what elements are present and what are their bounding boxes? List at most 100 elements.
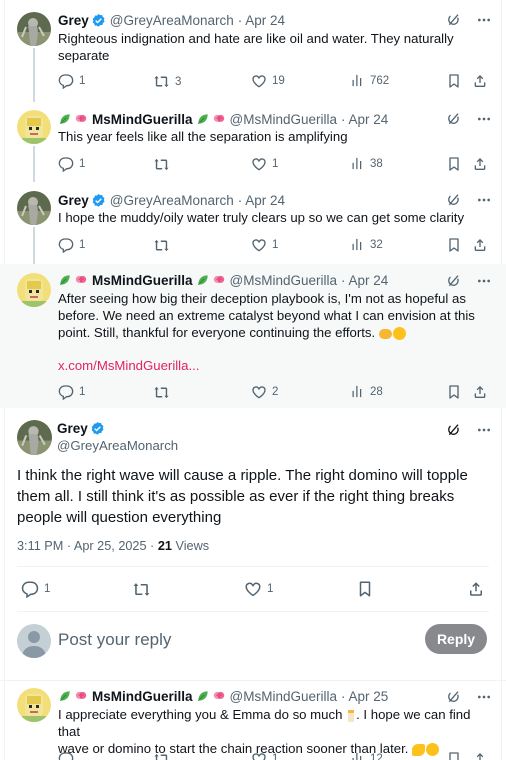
- repost-button[interactable]: [153, 237, 175, 254]
- views-button[interactable]: 38: [350, 156, 383, 171]
- brain-emoji-icon: [212, 689, 226, 703]
- tweet-date[interactable]: · Apr 24: [238, 13, 285, 28]
- tweet-link[interactable]: x.com/MsMindGuerilla...: [58, 358, 199, 373]
- bookmark-button[interactable]: [356, 580, 374, 598]
- tweet-date[interactable]: · Apr 24: [341, 273, 388, 288]
- bookmark-button[interactable]: [446, 237, 462, 253]
- user-handle[interactable]: @GreyAreaMonarch: [110, 13, 234, 28]
- more-icon[interactable]: [476, 111, 492, 127]
- reply-tweet-4[interactable]: MsMindGuerilla @MsMindGuerilla · Apr 24 …: [0, 264, 506, 408]
- repost-button[interactable]: 3: [153, 73, 181, 90]
- repost-button[interactable]: [153, 384, 175, 401]
- share-button[interactable]: [472, 156, 488, 172]
- leaf-emoji-icon: [196, 689, 210, 703]
- view-count: 28: [370, 385, 383, 398]
- reply-tweet-2[interactable]: MsMindGuerilla @MsMindGuerilla · Apr 24 …: [0, 102, 506, 182]
- avatar[interactable]: [17, 688, 51, 722]
- views-button[interactable]: 12: [350, 751, 383, 760]
- tweet-actions: 1 1 38: [58, 156, 494, 176]
- grok-icon[interactable]: [446, 422, 462, 438]
- repost-button[interactable]: [132, 580, 151, 599]
- display-name[interactable]: Grey: [57, 421, 88, 436]
- display-name[interactable]: Grey: [58, 13, 89, 28]
- user-handle[interactable]: @GreyAreaMonarch: [110, 193, 234, 208]
- reply-icon: [58, 156, 74, 172]
- like-button[interactable]: 1: [251, 156, 278, 172]
- bookmark-button[interactable]: [446, 751, 462, 760]
- reply-button[interactable]: [58, 751, 79, 760]
- repost-button[interactable]: [153, 156, 175, 173]
- reply-button[interactable]: 1: [58, 73, 85, 89]
- avatar[interactable]: [17, 110, 51, 144]
- avatar[interactable]: [17, 273, 51, 307]
- bookmark-button[interactable]: [446, 384, 462, 400]
- like-button[interactable]: 2: [251, 384, 278, 400]
- like-button[interactable]: 1: [251, 751, 278, 760]
- views-icon: [350, 237, 365, 252]
- reply-button[interactable]: Reply: [425, 624, 487, 654]
- user-handle[interactable]: @GreyAreaMonarch: [57, 438, 178, 453]
- avatar[interactable]: [17, 12, 51, 46]
- tweet-date[interactable]: · Apr 24: [341, 112, 388, 127]
- avatar[interactable]: [17, 191, 51, 225]
- repost-button[interactable]: [153, 751, 170, 760]
- more-icon[interactable]: [476, 12, 492, 28]
- more-icon[interactable]: [476, 689, 492, 705]
- like-count: 1: [272, 158, 279, 170]
- bookmark-icon: [446, 237, 462, 253]
- grok-icon[interactable]: [446, 12, 462, 28]
- reply-button[interactable]: 1: [58, 156, 85, 172]
- salute-emoji-icon: [392, 327, 406, 341]
- reply-input[interactable]: Post your reply: [58, 630, 171, 650]
- user-handle[interactable]: @MsMindGuerilla: [230, 689, 337, 704]
- tweet-date[interactable]: · Apr 24: [238, 193, 285, 208]
- display-name[interactable]: MsMindGuerilla: [92, 273, 193, 288]
- user-handle[interactable]: @MsMindGuerilla: [230, 112, 337, 127]
- grok-icon[interactable]: [446, 111, 462, 127]
- main-post-author[interactable]: Grey: [57, 421, 105, 436]
- grok-icon[interactable]: [446, 192, 462, 208]
- display-name[interactable]: MsMindGuerilla: [92, 112, 193, 127]
- like-button[interactable]: 1: [244, 580, 273, 598]
- tweet-date[interactable]: · Apr 25: [341, 689, 388, 704]
- like-count: 2: [272, 386, 279, 398]
- share-button[interactable]: [472, 751, 488, 760]
- reply-button[interactable]: 1: [58, 237, 85, 253]
- reply-button[interactable]: 1: [21, 580, 50, 598]
- like-count: 1: [272, 753, 279, 760]
- like-button[interactable]: 1: [251, 237, 278, 253]
- more-icon[interactable]: [476, 192, 492, 208]
- user-handle[interactable]: @MsMindGuerilla: [230, 273, 337, 288]
- tweet-actions: 1 1 32: [58, 237, 494, 257]
- display-name[interactable]: Grey: [58, 193, 89, 208]
- views-button[interactable]: 28: [350, 384, 383, 399]
- repost-icon: [153, 156, 170, 173]
- more-icon[interactable]: [476, 422, 492, 438]
- post-time[interactable]: 3:11 PM · Apr 25, 2025 ·: [17, 539, 158, 553]
- grok-icon[interactable]: [446, 273, 462, 289]
- display-name[interactable]: MsMindGuerilla: [92, 689, 193, 704]
- share-icon: [472, 73, 488, 89]
- like-count: 1: [267, 583, 274, 595]
- tweet-text: I hope the muddy/oily water truly clears…: [58, 210, 465, 225]
- like-button[interactable]: 19: [251, 73, 285, 89]
- share-button[interactable]: [472, 384, 488, 400]
- share-button[interactable]: [472, 73, 488, 89]
- bookmark-button[interactable]: [446, 156, 462, 172]
- grok-icon[interactable]: [446, 689, 462, 705]
- views-button[interactable]: 32: [350, 237, 383, 252]
- bookmark-button[interactable]: [446, 73, 462, 89]
- reply-button[interactable]: 1: [58, 384, 85, 400]
- reply-tweet-1[interactable]: Grey @GreyAreaMonarch · Apr 24 Righteous…: [0, 0, 506, 102]
- tweet-actions: 1 12: [58, 751, 494, 760]
- share-button[interactable]: [472, 237, 488, 253]
- reply-tweet-3[interactable]: Grey @GreyAreaMonarch · Apr 24 I hope th…: [0, 182, 506, 264]
- views-button[interactable]: 762: [350, 73, 389, 88]
- reply-tweet-5[interactable]: MsMindGuerilla @MsMindGuerilla · Apr 25 …: [0, 681, 506, 760]
- avatar[interactable]: [17, 420, 52, 455]
- reply-count: 1: [79, 386, 86, 398]
- share-button[interactable]: [467, 580, 485, 598]
- reply-icon: [58, 237, 74, 253]
- like-count: 19: [272, 75, 285, 87]
- more-icon[interactable]: [476, 273, 492, 289]
